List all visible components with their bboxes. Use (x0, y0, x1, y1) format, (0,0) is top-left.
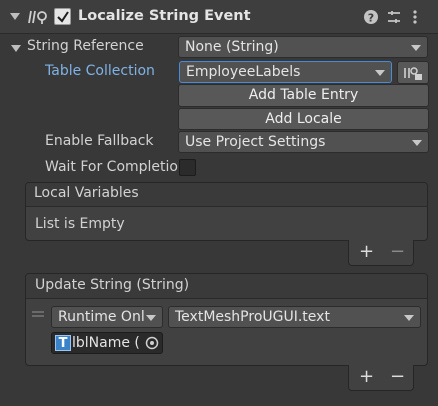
table-collection-dropdown[interactable]: EmployeeLabels (179, 61, 392, 83)
svg-text:?: ? (368, 12, 374, 25)
table-collection-label: Table Collection (45, 63, 155, 79)
wait-for-completion-checkbox[interactable] (179, 159, 196, 176)
add-listener-button[interactable]: + (359, 366, 374, 387)
textmeshpro-icon: T (55, 335, 71, 351)
add-table-entry-button[interactable]: Add Table Entry (178, 84, 429, 107)
table-collection-value: EmployeeLabels (186, 64, 301, 80)
component-title: Localize String Event (78, 8, 251, 24)
local-variables-title: Local Variables (34, 185, 139, 201)
checkmark-icon (57, 11, 69, 23)
help-icon[interactable]: ? (363, 9, 379, 25)
runtime-mode-value: Runtime Onl (58, 309, 145, 325)
local-variables-empty-text: List is Empty (35, 216, 125, 232)
chevron-down-icon (411, 45, 421, 51)
preset-icon[interactable] (386, 9, 402, 25)
function-dropdown[interactable]: TextMeshProUGUI.text (168, 306, 421, 328)
chevron-down-icon (375, 70, 385, 76)
string-reference-label: String Reference (27, 38, 144, 54)
component-enabled-checkbox[interactable] (54, 8, 71, 25)
add-variable-button[interactable]: + (359, 241, 374, 262)
string-reference-foldout-icon[interactable] (11, 44, 21, 54)
drag-handle-icon[interactable] (32, 311, 44, 317)
target-object-value: lblName ( (72, 335, 140, 351)
object-picker-icon[interactable] (145, 336, 159, 350)
enable-fallback-label: Enable Fallback (45, 133, 154, 149)
chevron-down-icon (412, 140, 422, 146)
open-table-window-button[interactable] (397, 61, 429, 84)
target-object-field[interactable]: T lblName ( (51, 332, 163, 354)
runtime-mode-dropdown[interactable]: Runtime Onl (51, 306, 163, 328)
remove-variable-button[interactable]: − (390, 241, 405, 262)
add-locale-button[interactable]: Add Locale (178, 108, 429, 130)
string-reference-value: None (String) (185, 39, 279, 55)
more-options-icon[interactable] (411, 9, 419, 25)
function-value: TextMeshProUGUI.text (175, 309, 330, 325)
enable-fallback-dropdown[interactable]: Use Project Settings (178, 131, 429, 153)
table-window-icon (404, 67, 422, 80)
localize-component-icon (28, 10, 47, 24)
update-string-title: Update String (String) (35, 277, 190, 293)
chevron-down-icon (404, 315, 414, 321)
foldout-arrow-icon[interactable] (10, 12, 20, 22)
wait-for-completion-label: Wait For Completio (45, 159, 178, 175)
remove-listener-button[interactable]: − (390, 366, 405, 387)
string-reference-dropdown[interactable]: None (String) (178, 36, 428, 58)
enable-fallback-value: Use Project Settings (185, 134, 326, 150)
chevron-down-icon (146, 315, 156, 321)
